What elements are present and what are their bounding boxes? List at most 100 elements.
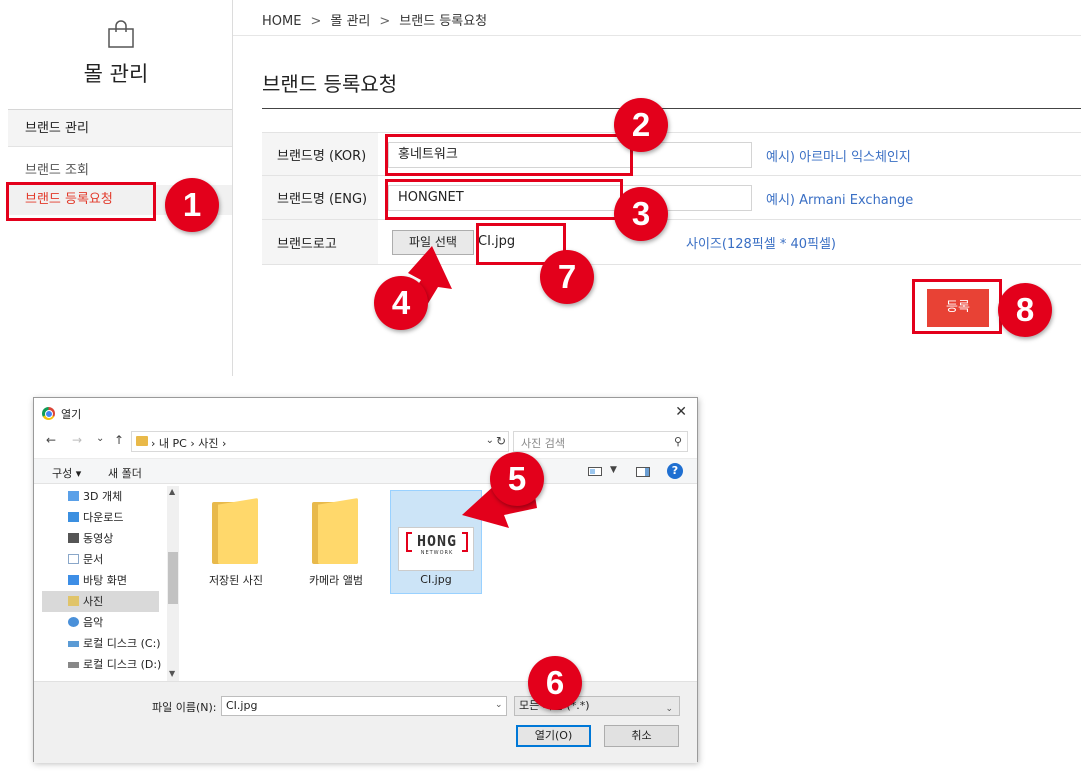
scroll-down-icon[interactable]: ▼ [169, 669, 175, 678]
filename-label: 파일 이름(N): [152, 701, 217, 714]
nav-item-3d-objects[interactable]: 3D 개체 [42, 486, 159, 507]
nav-item-label: 로컬 디스크 (D:) [83, 658, 162, 671]
music-icon [68, 617, 79, 627]
hong-network-logo: HONG NETWORK [406, 532, 468, 558]
step-badge-1: 1 [165, 178, 219, 232]
filename-input[interactable]: CI.jpg [221, 696, 507, 716]
nav-item-disk-d[interactable]: 로컬 디스크 (D:) [42, 654, 162, 675]
step-badge-7: 7 [540, 250, 594, 304]
organize-menu[interactable]: 구성 ▾ [52, 465, 81, 481]
breadcrumb: HOME > 몰 관리 > 브랜드 등록요청 [262, 10, 487, 29]
file-label: 저장된 사진 [208, 574, 264, 587]
navigation-pane: 3D 개체 다운로드 동영상 문서 바탕 화면 사진 음악 로컬 디스크 (C:… [42, 486, 179, 681]
logo-size-hint: 사이즈(128픽셀 * 40픽셀) [686, 237, 836, 252]
disk-icon [68, 641, 79, 647]
search-input[interactable]: 사진 검색 ⚲ [513, 431, 688, 452]
download-icon [68, 512, 79, 522]
close-icon[interactable]: ✕ [675, 404, 687, 420]
breadcrumb-separator: > [310, 14, 322, 29]
nav-item-music[interactable]: 음악 [42, 612, 159, 633]
title-divider [262, 108, 1081, 109]
scroll-up-icon[interactable]: ▲ [169, 487, 175, 496]
brand-kor-label: 브랜드명 (KOR) [262, 133, 378, 175]
open-button[interactable]: 열기(O) [516, 725, 591, 747]
chevron-down-icon[interactable]: ⌄ [486, 435, 494, 446]
breadcrumb-home[interactable]: HOME [262, 14, 301, 29]
file-open-dialog: 열기 ✕ ← → ⌄ ↑ › 내 PC › 사진 › ⌄ ↻ 사진 검색 ⚲ 구… [33, 397, 698, 763]
nav-item-pictures[interactable]: 사진 [42, 591, 159, 612]
disk-icon [68, 662, 79, 668]
nav-item-documents[interactable]: 문서 [42, 549, 159, 570]
address-path: › 내 PC › 사진 › [151, 437, 227, 450]
image-thumbnail: HONG NETWORK [398, 527, 474, 571]
up-folder-icon[interactable]: ↑ [114, 433, 124, 447]
3d-objects-icon [68, 491, 79, 501]
highlight-box-eng [385, 179, 623, 220]
address-row: ← → ⌄ ↑ › 내 PC › 사진 › ⌄ ↻ 사진 검색 ⚲ [34, 430, 697, 454]
breadcrumb-separator: > [379, 14, 391, 29]
step-badge-2: 2 [614, 98, 668, 152]
pictures-icon [68, 596, 79, 606]
search-icon: ⚲ [673, 435, 682, 448]
chrome-icon [42, 407, 55, 420]
dialog-footer: 파일 이름(N): CI.jpg ⌄ 모든 파일 (*.*)⌄ 열기(O) 취소 [34, 681, 697, 763]
dialog-toolbar: 구성 ▾ 새 폴더 ▼ ? [34, 458, 697, 484]
file-select-button[interactable]: 파일 선택 [392, 230, 474, 255]
folder-icon [136, 436, 148, 446]
help-icon[interactable]: ? [667, 463, 683, 479]
video-icon [68, 533, 79, 543]
highlight-box-kor [385, 134, 633, 176]
nav-item-label: 문서 [83, 553, 104, 566]
folder-icon [212, 498, 258, 564]
nav-item-disk-c[interactable]: 로컬 디스크 (C:) [42, 633, 161, 654]
breadcrumb-mall[interactable]: 몰 관리 [330, 14, 370, 29]
nav-item-label: 3D 개체 [83, 490, 123, 503]
nav-item-videos[interactable]: 동영상 [42, 528, 159, 549]
desktop-icon [68, 575, 79, 585]
header-divider [233, 35, 1081, 36]
brand-logo-label: 브랜드로고 [262, 220, 378, 264]
file-label: CI.jpg [420, 573, 452, 586]
form-row-brand-logo: 브랜드로고 파일 선택 CI.jpg 사이즈(128픽셀 * 40픽셀) [262, 220, 1081, 265]
back-icon[interactable]: ← [46, 433, 56, 447]
preview-pane-icon[interactable] [636, 467, 650, 477]
sidebar-title: 몰 관리 [83, 62, 149, 86]
breadcrumb-current: 브랜드 등록요청 [399, 14, 488, 29]
step-badge-8: 8 [998, 283, 1052, 337]
step-badge-5: 5 [490, 452, 544, 506]
brand-kor-hint: 예시) 아르마니 익스체인지 [766, 150, 911, 165]
nav-item-downloads[interactable]: 다운로드 [42, 507, 159, 528]
search-placeholder: 사진 검색 [521, 437, 565, 450]
scrollbar-thumb[interactable] [168, 552, 178, 604]
file-tile-ci-jpg[interactable]: HONG NETWORK CI.jpg [390, 490, 482, 594]
nav-item-label: 음악 [83, 616, 104, 629]
recent-locations-icon[interactable]: ⌄ [96, 433, 104, 444]
view-dropdown-icon[interactable]: ▼ [610, 465, 617, 475]
file-tile-camera-roll[interactable]: 카메라 앨범 [290, 490, 382, 594]
new-folder-button[interactable]: 새 폴더 [108, 465, 142, 481]
refresh-icon[interactable]: ↻ [496, 434, 506, 448]
view-mode-icon[interactable] [588, 467, 602, 476]
nav-item-desktop[interactable]: 바탕 화면 [42, 570, 159, 591]
highlight-box-submit [912, 279, 1002, 334]
brand-eng-label: 브랜드명 (ENG) [262, 176, 378, 219]
cancel-button[interactable]: 취소 [604, 725, 679, 747]
nav-item-label: 동영상 [83, 532, 114, 545]
folder-icon [312, 498, 358, 564]
chevron-down-icon[interactable]: ⌄ [495, 700, 503, 710]
forward-icon[interactable]: → [72, 433, 82, 447]
nav-item-label: 바탕 화면 [83, 574, 127, 587]
file-tile-saved-pictures[interactable]: 저장된 사진 [190, 490, 282, 594]
sidebar-group-brand[interactable]: 브랜드 관리 [8, 109, 232, 147]
brand-eng-hint: 예시) Armani Exchange [766, 193, 914, 208]
address-bar[interactable]: › 내 PC › 사진 › ⌄ ↻ [131, 431, 509, 452]
dialog-titlebar: 열기 ✕ [34, 398, 697, 428]
step-badge-6: 6 [528, 656, 582, 710]
file-label: 카메라 앨범 [308, 574, 364, 587]
nav-item-label: 로컬 디스크 (C:) [83, 637, 161, 650]
shopping-bag-icon [108, 20, 134, 48]
file-list: 저장된 사진 카메라 앨범 HONG NETWORK CI.jpg [184, 486, 694, 681]
nav-item-label: 다운로드 [83, 511, 124, 524]
step-badge-4: 4 [374, 276, 428, 330]
dialog-title: 열기 [61, 408, 82, 421]
